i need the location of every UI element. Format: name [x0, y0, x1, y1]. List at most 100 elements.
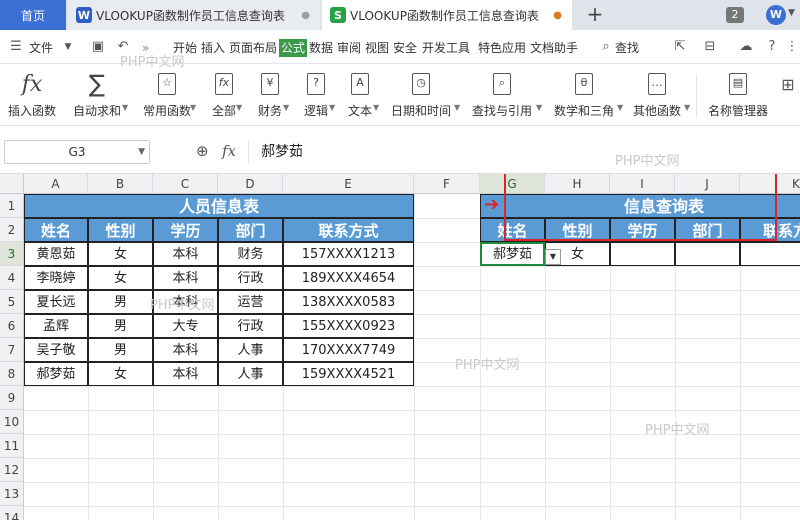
table-cell[interactable]: 行政 [218, 314, 283, 338]
table-cell[interactable]: 人事 [218, 338, 283, 362]
query-name-input-cell[interactable]: 郝梦茹 [480, 242, 545, 266]
query-edu-cell[interactable] [610, 242, 675, 266]
column-header-b[interactable]: B [88, 174, 153, 194]
row-header-5[interactable]: 5 [0, 290, 24, 314]
table-cell[interactable]: 本科 [153, 338, 218, 362]
chevron-down-icon[interactable]: ▼ [788, 8, 795, 18]
table-cell[interactable]: 女 [88, 242, 153, 266]
menu-features[interactable]: 特色应用 [478, 39, 526, 57]
menu-page-layout[interactable]: 页面布局 [229, 39, 277, 57]
table-cell[interactable]: 夏长远 [24, 290, 88, 314]
hamburger-menu-icon[interactable]: ☰ [8, 39, 24, 55]
menu-data[interactable]: 数据 [309, 39, 333, 57]
row-header-12[interactable]: 12 [0, 458, 24, 482]
help-icon[interactable]: ? [764, 39, 780, 55]
row-header-8[interactable]: 8 [0, 362, 24, 386]
table-cell[interactable]: 本科 [153, 362, 218, 386]
table-cell[interactable]: 189XXXX4654 [283, 266, 414, 290]
menu-view[interactable]: 视图 [365, 39, 389, 57]
date-time-functions-button[interactable]: ◷ 日期和时间 [384, 70, 458, 122]
menu-security[interactable]: 安全 [393, 39, 417, 57]
insert-function-button[interactable]: fx 插入函数 [2, 70, 62, 122]
table-cell[interactable]: 159XXXX4521 [283, 362, 414, 386]
math-trig-button[interactable]: θ 数学和三角 [546, 70, 622, 122]
menu-doc-assistant[interactable]: 文档助手 [530, 39, 578, 57]
row-header-10[interactable]: 10 [0, 410, 24, 434]
tab-doc-writer[interactable]: W VLOOKUP函数制作员工信息查询表 ● [68, 0, 320, 30]
table-cell[interactable]: 行政 [218, 266, 283, 290]
cloud-sync-icon[interactable]: ☁ [738, 39, 754, 55]
fx-icon[interactable]: fx [222, 142, 236, 160]
table-cell[interactable]: 本科 [153, 266, 218, 290]
menu-developer[interactable]: 开发工具 [422, 39, 470, 57]
row-header-4[interactable]: 4 [0, 266, 24, 290]
menu-formula[interactable]: 公式 [279, 39, 308, 57]
chevron-down-icon[interactable]: ▼ [684, 103, 690, 112]
table-cell[interactable]: 运营 [218, 290, 283, 314]
employee-table-title[interactable]: 人员信息表 [24, 194, 414, 218]
chevron-down-icon[interactable]: ▼ [60, 39, 76, 55]
save-icon[interactable]: ▣ [90, 39, 106, 55]
chevron-down-icon[interactable]: ▼ [329, 103, 335, 112]
row-header-7[interactable]: 7 [0, 338, 24, 362]
text-functions-button[interactable]: A 文本 [340, 70, 380, 122]
table-cell[interactable]: 黄恩茹 [24, 242, 88, 266]
name-box[interactable]: G3 ▼ [4, 140, 150, 164]
table-cell[interactable]: 孟辉 [24, 314, 88, 338]
common-functions-button[interactable]: ☆ 常用函数 [134, 70, 200, 122]
column-header-d[interactable]: D [218, 174, 283, 194]
chevron-down-icon[interactable]: ▼ [190, 103, 196, 112]
select-all-corner[interactable] [0, 174, 24, 194]
chevron-down-icon[interactable]: ▼ [236, 103, 242, 112]
employee-header-contact[interactable]: 联系方式 [283, 218, 414, 242]
column-header-a[interactable]: A [24, 174, 88, 194]
autosum-button[interactable]: ∑ 自动求和 [64, 70, 130, 122]
table-cell[interactable]: 财务 [218, 242, 283, 266]
chevron-down-icon[interactable]: ▼ [373, 103, 379, 112]
employee-header-dept[interactable]: 部门 [218, 218, 283, 242]
table-cell[interactable]: 吴子敬 [24, 338, 88, 362]
query-contact-cell[interactable] [740, 242, 800, 266]
search-button[interactable]: 查找 [615, 39, 639, 57]
menu-review[interactable]: 审阅 [337, 39, 361, 57]
table-overflow-button[interactable]: ⊞ [776, 70, 800, 122]
employee-header-gender[interactable]: 性别 [88, 218, 153, 242]
table-cell[interactable]: 郝梦茹 [24, 362, 88, 386]
menu-file[interactable]: 文件 [29, 39, 53, 57]
chevron-down-icon[interactable]: ▼ [536, 103, 542, 112]
all-functions-button[interactable]: fx 全部 [202, 70, 246, 122]
other-functions-button[interactable]: … 其他函数 [626, 70, 688, 122]
workspace-icon[interactable]: ⊟ [702, 39, 718, 55]
logical-functions-button[interactable]: ? 逻辑 [294, 70, 338, 122]
tab-home[interactable]: 首页 [0, 0, 66, 30]
row-header-11[interactable]: 11 [0, 434, 24, 458]
chevron-down-icon[interactable]: ▼ [617, 103, 623, 112]
employee-header-name[interactable]: 姓名 [24, 218, 88, 242]
chevron-down-icon[interactable]: ▼ [122, 103, 128, 112]
column-header-e[interactable]: E [283, 174, 414, 194]
tab-doc-sheet[interactable]: S VLOOKUP函数制作员工信息查询表 ● [322, 0, 572, 30]
name-manager-button[interactable]: ▤ 名称管理器 [704, 70, 772, 122]
window-count-badge[interactable]: 2 [726, 7, 744, 23]
row-header-6[interactable]: 6 [0, 314, 24, 338]
table-cell[interactable]: 本科 [153, 242, 218, 266]
table-cell[interactable]: 155XXXX0923 [283, 314, 414, 338]
table-cell[interactable]: 157XXXX1213 [283, 242, 414, 266]
menu-insert[interactable]: 插入 [201, 39, 225, 57]
table-cell[interactable]: 女 [88, 266, 153, 290]
chevron-down-icon[interactable]: ▼ [283, 103, 289, 112]
chevron-down-icon[interactable]: ▼ [138, 141, 145, 163]
dropdown-arrow-icon[interactable]: ▼ [545, 249, 561, 265]
financial-functions-button[interactable]: ¥ 财务 [248, 70, 292, 122]
row-header-2[interactable]: 2 [0, 218, 24, 242]
column-header-c[interactable]: C [153, 174, 218, 194]
table-cell[interactable]: 李晓婷 [24, 266, 88, 290]
share-icon[interactable]: ⇱ [672, 39, 688, 55]
table-cell[interactable]: 170XXXX7749 [283, 338, 414, 362]
formula-input[interactable]: 郝梦茹 [248, 140, 796, 164]
account-avatar[interactable]: W [766, 5, 786, 25]
lookup-reference-button[interactable]: ⌕ 查找与引用 [464, 70, 540, 122]
row-header-1[interactable]: 1 [0, 194, 24, 218]
row-header-13[interactable]: 13 [0, 482, 24, 506]
table-cell[interactable]: 男 [88, 290, 153, 314]
